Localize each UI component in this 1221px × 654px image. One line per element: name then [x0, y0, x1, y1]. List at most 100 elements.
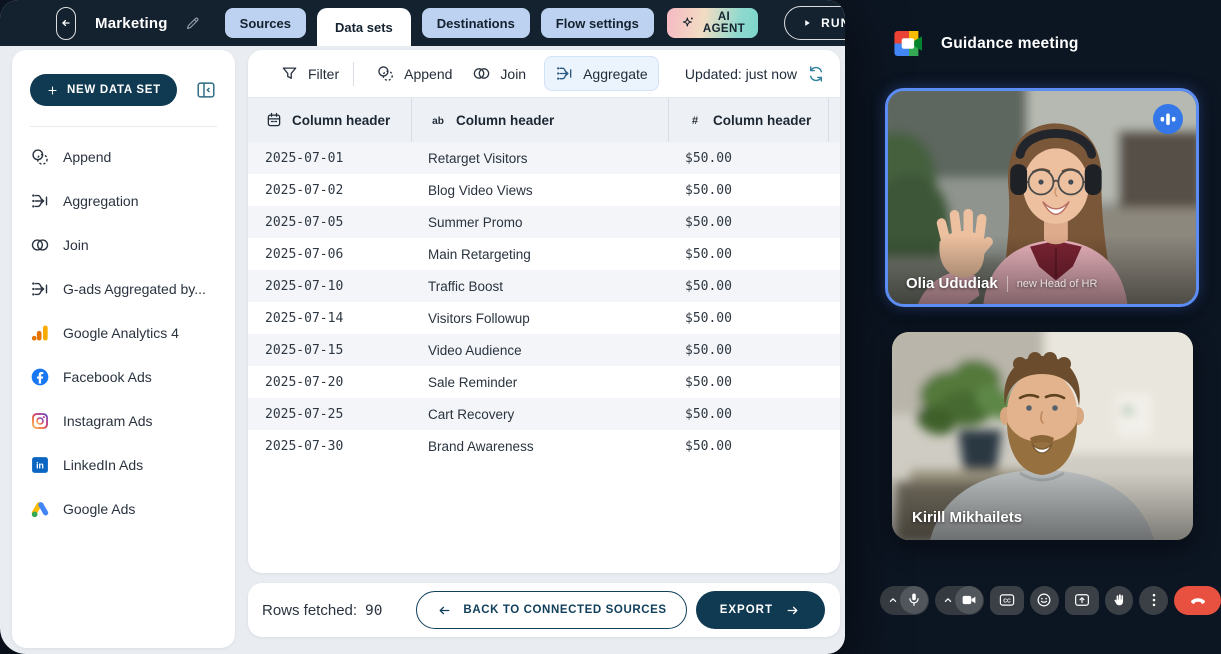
participant-name-tag: Olia Ududiak new Head of HR [906, 275, 1097, 292]
table-row: 2025-07-15 Video Audience $50.00 [248, 334, 840, 366]
cell-date: 2025-07-01 [248, 151, 411, 166]
control-microphone[interactable] [880, 586, 929, 615]
collapse-sidebar-button[interactable] [195, 79, 217, 101]
participant-name: Olia Ududiak [906, 275, 998, 292]
cell-date: 2025-07-25 [248, 407, 411, 422]
app-body: NEW DATA SET Append Aggregation [0, 46, 845, 654]
control-more-options[interactable] [1139, 586, 1168, 615]
cell-date: 2025-07-02 [248, 183, 411, 198]
cell-campaign-name: Brand Awareness [411, 439, 668, 454]
cell-date: 2025-07-05 [248, 215, 411, 230]
dataset-preview-card: Filter Append Join Aggregate Updated: ju… [248, 50, 840, 573]
tab-label: Destinations [437, 16, 515, 31]
cell-amount: $50.00 [668, 279, 829, 294]
new-data-set-button[interactable]: NEW DATA SET [30, 74, 177, 106]
table-row: 2025-07-25 Cart Recovery $50.00 [248, 398, 840, 430]
control-end-call[interactable] [1174, 586, 1221, 615]
control-reactions[interactable] [1030, 586, 1059, 615]
cell-campaign-name: Cart Recovery [411, 407, 668, 422]
participant-name-tag: Kirill Mikhailets [912, 509, 1022, 526]
endcall-icon [1184, 586, 1212, 614]
plus-icon [46, 84, 59, 97]
column-header-date[interactable]: Column header [248, 98, 411, 142]
sidebar-item-append[interactable]: Append [30, 135, 217, 179]
play-icon [801, 17, 813, 29]
emoji-icon [1030, 586, 1058, 614]
cell-date: 2025-07-30 [248, 439, 411, 454]
table-row: 2025-07-02 Blog Video Views $50.00 [248, 174, 840, 206]
table-row: 2025-07-10 Traffic Boost $50.00 [248, 270, 840, 302]
sidebar-item-google-ads[interactable]: Google Ads [30, 487, 217, 531]
chevron-up-icon [941, 593, 955, 607]
tab-data-sets[interactable]: Data sets [317, 8, 411, 46]
number-type-icon: # [686, 111, 704, 129]
append-button[interactable]: Append [366, 57, 462, 90]
join-button[interactable]: Join [462, 57, 536, 90]
arrow-left-icon [436, 602, 453, 619]
control-raise-hand[interactable] [1105, 586, 1134, 615]
collapse-panel-icon [195, 79, 217, 101]
cell-campaign-name: Summer Promo [411, 215, 668, 230]
run-label: RUN [821, 16, 845, 30]
datasets-sidebar: NEW DATA SET Append Aggregation [12, 50, 235, 648]
control-camera[interactable] [935, 586, 984, 615]
tab-flow-settings[interactable]: Flow settings [541, 8, 654, 38]
table-row: 2025-07-05 Summer Promo $50.00 [248, 206, 840, 238]
sidebar-item-join[interactable]: Join [30, 223, 217, 267]
sidebar-item-linkedin-ads[interactable]: in LinkedIn Ads [30, 443, 217, 487]
cell-date: 2025-07-20 [248, 375, 411, 390]
sidebar-item-label: Google Ads [63, 501, 135, 517]
export-button[interactable]: EXPORT [696, 591, 825, 629]
svg-text:in: in [36, 461, 44, 471]
topbar-tabs: Sources Data sets Destinations Flow sett… [225, 0, 654, 46]
cell-amount: $50.00 [668, 343, 829, 358]
edit-title-pencil-icon[interactable] [184, 15, 201, 32]
calendar-icon [265, 111, 283, 129]
back-to-sources-button[interactable]: BACK TO CONNECTED SOURCES [416, 591, 686, 629]
sidebar-item-label: Aggregation [63, 193, 139, 209]
back-arrow-icon [57, 14, 75, 32]
sidebar-item-instagram-ads[interactable]: Instagram Ads [30, 399, 217, 443]
run-button[interactable]: RUN [784, 6, 845, 40]
table-toolbar: Filter Append Join Aggregate Updated: ju… [248, 50, 840, 97]
rows-fetched: Rows fetched: 90 [262, 602, 383, 619]
sidebar-item-aggregation[interactable]: Aggregation [30, 179, 217, 223]
back-button[interactable] [56, 7, 76, 40]
participant-name: Kirill Mikhailets [912, 509, 1022, 526]
chevron-up-icon [886, 593, 900, 607]
flow-title: Marketing [95, 15, 168, 32]
cell-amount: $50.00 [668, 407, 829, 422]
filter-icon [280, 64, 299, 83]
ai-agent-button[interactable]: AI AGENT [667, 8, 758, 38]
aggregate-icon [30, 279, 50, 299]
control-captions[interactable]: CC [990, 586, 1024, 615]
text-type-icon: ab [429, 111, 447, 129]
aggregate-button[interactable]: Aggregate [544, 56, 659, 91]
column-header-text[interactable]: ab Column header [411, 98, 668, 142]
updated-status: Updated: just now [685, 64, 826, 84]
tab-label: Sources [240, 16, 291, 31]
ga4-icon [30, 323, 50, 343]
app-topbar: Marketing Sources Data sets Destinations… [0, 0, 845, 46]
participant-subtitle: new Head of HR [1017, 278, 1098, 290]
sidebar-item-google-analytics-4[interactable]: Google Analytics 4 [30, 311, 217, 355]
filter-button[interactable]: Filter [270, 57, 349, 90]
table-header-row: Column header ab Column header # Column … [248, 97, 840, 142]
cell-campaign-name: Visitors Followup [411, 311, 668, 326]
video-tile-olia[interactable]: Olia Ududiak new Head of HR [885, 88, 1199, 307]
cell-campaign-name: Video Audience [411, 343, 668, 358]
sidebar-item-facebook-ads[interactable]: Facebook Ads [30, 355, 217, 399]
column-header-number[interactable]: # Column header [668, 98, 829, 142]
sidebar-item-g-ads-aggregated-by[interactable]: G-ads Aggregated by... [30, 267, 217, 311]
join-icon [30, 235, 50, 255]
meet-header: Guidance meeting [894, 31, 1079, 56]
append-icon [30, 147, 50, 167]
sidebar-item-label: LinkedIn Ads [63, 457, 143, 473]
tab-sources[interactable]: Sources [225, 8, 306, 38]
refresh-button[interactable] [806, 64, 826, 84]
control-present-screen[interactable] [1065, 586, 1099, 615]
instagram-icon [30, 411, 50, 431]
video-tile-kirill[interactable]: Kirill Mikhailets [892, 332, 1193, 540]
name-divider [1007, 276, 1008, 292]
tab-destinations[interactable]: Destinations [422, 8, 530, 38]
